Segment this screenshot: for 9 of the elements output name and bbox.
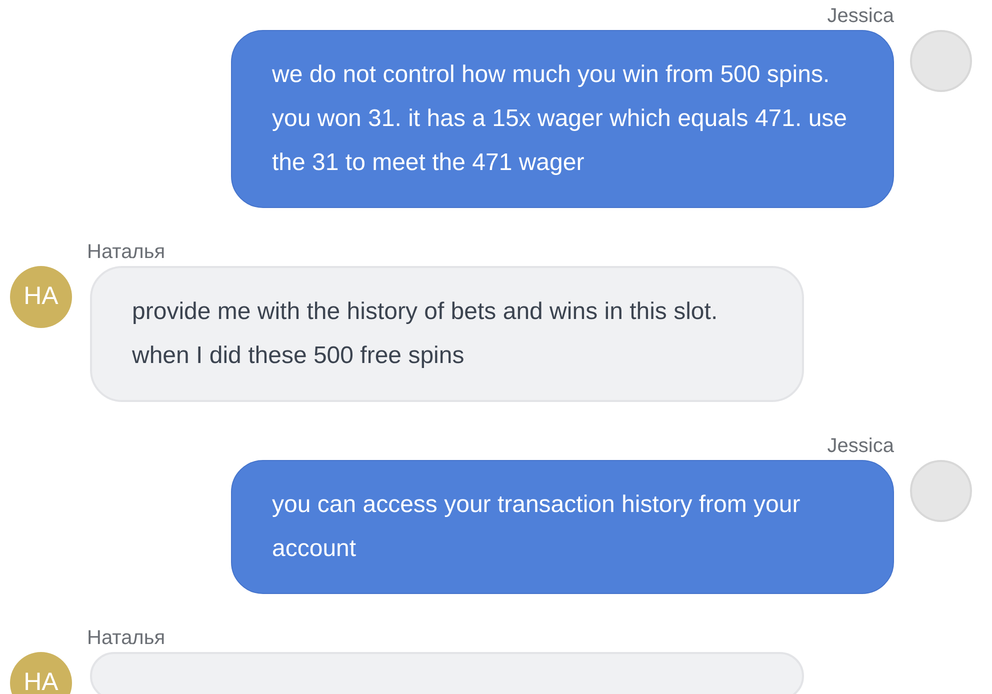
avatar-initials: HA (10, 266, 72, 328)
message-bubble: provide me with the history of bets and wins in this slot. when I did these 500 free spins (90, 266, 804, 402)
sender-name: Jessica (826, 434, 894, 459)
avatar-initials: HA (10, 652, 72, 694)
sender-name: Наталья (87, 240, 166, 265)
sender-name: Наталья (87, 626, 166, 651)
message-bubble: we do not control how much you win from 500 spins. you won 31. it has a 15x wager which equals 471. use the 31 to meet the 471 wager (231, 30, 894, 208)
message-bubble: you can access your transaction history from your account (231, 460, 894, 594)
sender-name: Jessica (826, 4, 894, 29)
